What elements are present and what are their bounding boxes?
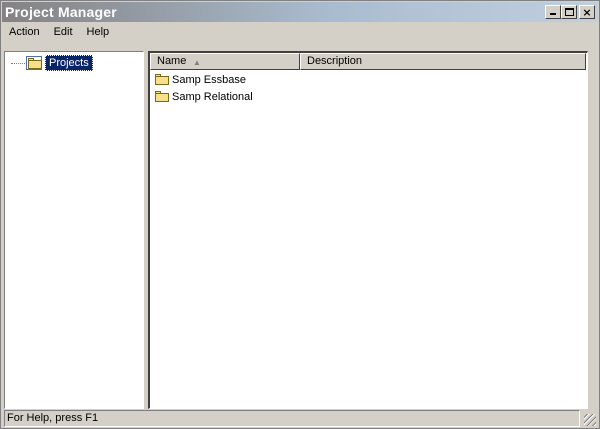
list-item-name: Samp Relational [172, 90, 253, 103]
list-item[interactable]: Samp Relational [155, 88, 253, 105]
folder-icon [155, 91, 169, 102]
menu-action[interactable]: Action [2, 23, 47, 41]
list-item-name: Samp Essbase [172, 73, 246, 86]
sort-ascending-icon: ▲ [193, 58, 201, 67]
column-header-label: Description [307, 55, 363, 67]
folder-icon [155, 74, 169, 85]
column-header-name[interactable]: Name ▲ [150, 53, 300, 70]
maximize-icon [565, 8, 574, 16]
list-item[interactable]: Samp Essbase [155, 71, 246, 88]
maximize-button[interactable] [561, 5, 577, 19]
close-icon: × [582, 5, 592, 19]
title-bar[interactable]: Project Manager × [2, 2, 598, 22]
column-header-label: Name [157, 55, 187, 67]
window-title: Project Manager [5, 4, 117, 20]
tree-item-projects[interactable]: Projects [11, 55, 93, 71]
minimize-button[interactable] [545, 5, 561, 19]
menu-bar: Action Edit Help [2, 23, 598, 41]
status-text: For Help, press F1 [4, 410, 580, 427]
status-bar: For Help, press F1 [2, 409, 598, 428]
tree-pane[interactable]: Projects [4, 51, 144, 409]
menu-help[interactable]: Help [80, 23, 117, 41]
resize-grip-icon[interactable] [584, 414, 596, 426]
close-button[interactable]: × [579, 5, 595, 19]
project-manager-window: Project Manager × Action Edit Help Proje… [0, 0, 600, 429]
list-pane[interactable]: Name ▲ Description Samp Essbase Samp Rel… [148, 51, 588, 409]
tree-connector [11, 62, 25, 64]
column-header-description[interactable]: Description [300, 53, 586, 70]
minimize-icon [550, 13, 556, 15]
folder-icon [26, 56, 42, 70]
tree-item-label: Projects [45, 55, 93, 71]
window-controls: × [545, 5, 595, 19]
list-header: Name ▲ Description [150, 53, 586, 70]
menu-edit[interactable]: Edit [47, 23, 80, 41]
